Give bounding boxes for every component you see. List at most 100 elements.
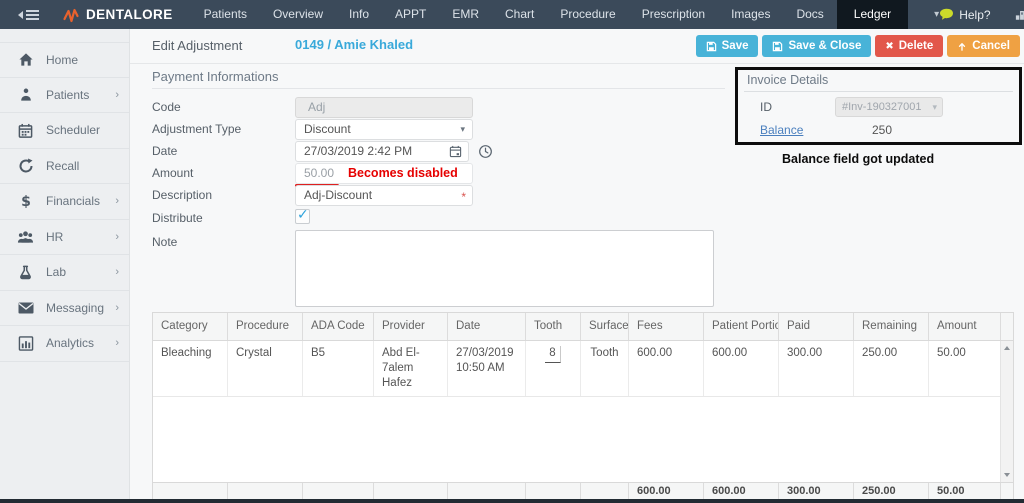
nav-item-prescription[interactable]: Prescription	[629, 0, 718, 29]
col-surface[interactable]: Surface	[581, 313, 629, 340]
col-ada-code[interactable]: ADA Code	[303, 313, 374, 340]
distribute-checkbox[interactable]: ✓	[295, 209, 310, 224]
col-category[interactable]: Category	[153, 313, 228, 340]
col-fees[interactable]: Fees	[629, 313, 704, 340]
cancel-button[interactable]: Cancel	[947, 35, 1020, 57]
main-content: Edit Adjustment 0149 / Amie Khaled Save …	[130, 29, 1024, 503]
total-remaining: 250.00	[854, 483, 929, 499]
cell-fees: 600.00	[629, 341, 704, 396]
flask-icon	[17, 264, 34, 280]
time-picker-button[interactable]	[475, 141, 495, 162]
invoice-divider	[744, 91, 1013, 92]
clinic-building-icon	[1015, 8, 1024, 21]
bar-chart-icon	[17, 335, 34, 351]
date-field[interactable]: 27/03/2019 2:42 PM	[295, 141, 443, 162]
sidebar-item-label: Recall	[46, 159, 119, 173]
nav-item-images[interactable]: Images	[718, 0, 783, 29]
patient-link[interactable]: 0149 / Amie Khaled	[295, 37, 413, 52]
help-label: Help?	[959, 8, 990, 22]
help-menu[interactable]: Help?	[939, 8, 990, 22]
cancel-label: Cancel	[972, 40, 1010, 52]
balance-link[interactable]: Balance	[760, 123, 803, 137]
sidebar-item-patients[interactable]: Patients ›	[0, 78, 129, 114]
section-title: Payment Informations	[152, 69, 278, 84]
sidebar-item-label: Scheduler	[46, 123, 119, 137]
col-provider[interactable]: Provider	[374, 313, 448, 340]
scroll-down-icon[interactable]	[1004, 473, 1010, 477]
save-button[interactable]: Save	[696, 35, 759, 57]
chevron-right-icon: ›	[115, 231, 119, 243]
nav-menu: Patients Overview Info APPT EMR Chart Pr…	[191, 0, 940, 29]
col-paid[interactable]: Paid	[779, 313, 854, 340]
top-navigation: DENTALORE Patients Overview Info APPT EM…	[0, 0, 1024, 29]
tooth-number-button[interactable]: 8	[545, 346, 560, 363]
nav-item-docs[interactable]: Docs	[783, 0, 836, 29]
description-value: Adj-Discount	[304, 188, 372, 202]
adjustment-type-value: Discount	[304, 122, 351, 136]
nav-item-ledger-active[interactable]: Ledger	[837, 0, 908, 29]
nav-item-patients[interactable]: Patients	[191, 0, 260, 29]
adjustment-type-select[interactable]: Discount ▾	[295, 119, 473, 140]
sidebar-item-recall[interactable]: Recall	[0, 149, 129, 185]
page-title: Edit Adjustment	[152, 38, 242, 53]
brand-logo[interactable]: DENTALORE	[63, 7, 173, 23]
cell-ada-code: B5	[303, 341, 374, 396]
table-row[interactable]: Bleaching Crystal B5 Abd El-7alem Hafez …	[153, 341, 1013, 397]
location-menu[interactable]: Dokki	[1015, 8, 1024, 22]
nav-item-appt[interactable]: APPT	[382, 0, 439, 29]
sidebar-item-label: Analytics	[46, 336, 115, 350]
table-scrollbar[interactable]	[1000, 341, 1013, 482]
col-date[interactable]: Date	[448, 313, 526, 340]
sidebar-item-home[interactable]: Home	[0, 42, 129, 78]
delete-button[interactable]: ✖ Delete	[875, 35, 943, 57]
nav-item-chart[interactable]: Chart	[492, 0, 547, 29]
clock-icon	[478, 144, 493, 159]
chevron-down-icon: ▾	[932, 98, 937, 116]
table-totals-row: 600.00 600.00 300.00 250.00 50.00	[153, 482, 1013, 499]
balance-value: 250	[872, 123, 892, 137]
invoice-details-panel: Invoice Details ID #Inv-190327001 ▾ Bala…	[735, 67, 1022, 145]
sidebar-item-hr[interactable]: HR ›	[0, 220, 129, 256]
note-textarea[interactable]	[295, 230, 714, 307]
sidebar-item-label: Lab	[46, 265, 115, 279]
col-tooth[interactable]: Tooth	[526, 313, 581, 340]
sidebar-item-lab[interactable]: Lab ›	[0, 255, 129, 291]
sidebar-item-analytics[interactable]: Analytics ›	[0, 326, 129, 362]
cell-provider: Abd El-7alem Hafez	[374, 341, 448, 396]
invoice-details-title: Invoice Details	[747, 73, 828, 87]
amount-label: Amount	[152, 163, 193, 184]
sidebar-collapse-icon[interactable]	[18, 10, 39, 20]
code-field: Adj	[295, 97, 473, 118]
nav-item-emr[interactable]: EMR	[439, 0, 492, 29]
sidebar-item-label: HR	[46, 230, 115, 244]
col-patient-portion[interactable]: Patient Portion	[704, 313, 779, 340]
nav-item-procedure[interactable]: Procedure	[547, 0, 628, 29]
save-close-button[interactable]: Save & Close	[762, 35, 871, 57]
chevron-right-icon: ›	[115, 302, 119, 314]
calendar-picker-button[interactable]	[442, 141, 469, 162]
sidebar-item-label: Home	[46, 53, 119, 67]
header-spacer	[1001, 313, 1017, 340]
cell-tooth: 8	[526, 341, 581, 396]
cell-procedure: Crystal	[228, 341, 303, 396]
col-remaining[interactable]: Remaining	[854, 313, 929, 340]
sidebar: Home Patients › Scheduler Recall $ Finan…	[0, 29, 130, 503]
invoice-id-label: ID	[760, 100, 772, 114]
nav-item-info[interactable]: Info	[336, 0, 382, 29]
sidebar-item-label: Patients	[46, 88, 115, 102]
col-procedure[interactable]: Procedure	[228, 313, 303, 340]
col-amount[interactable]: Amount	[929, 313, 1001, 340]
description-field[interactable]: Adj-Discount *	[295, 185, 473, 206]
scroll-up-icon[interactable]	[1004, 346, 1010, 350]
total-patient-portion: 600.00	[704, 483, 779, 499]
nav-item-overview[interactable]: Overview	[260, 0, 336, 29]
floppy-icon	[706, 41, 717, 52]
refresh-icon	[17, 158, 34, 174]
header-divider	[130, 63, 1024, 64]
action-buttons: Save Save & Close ✖ Delete Cancel	[696, 35, 1020, 57]
patient-icon	[17, 87, 34, 103]
adjustment-type-label: Adjustment Type	[152, 119, 241, 140]
sidebar-item-financials[interactable]: $ Financials ›	[0, 184, 129, 220]
sidebar-item-scheduler[interactable]: Scheduler	[0, 113, 129, 149]
sidebar-item-messaging[interactable]: Messaging ›	[0, 291, 129, 327]
